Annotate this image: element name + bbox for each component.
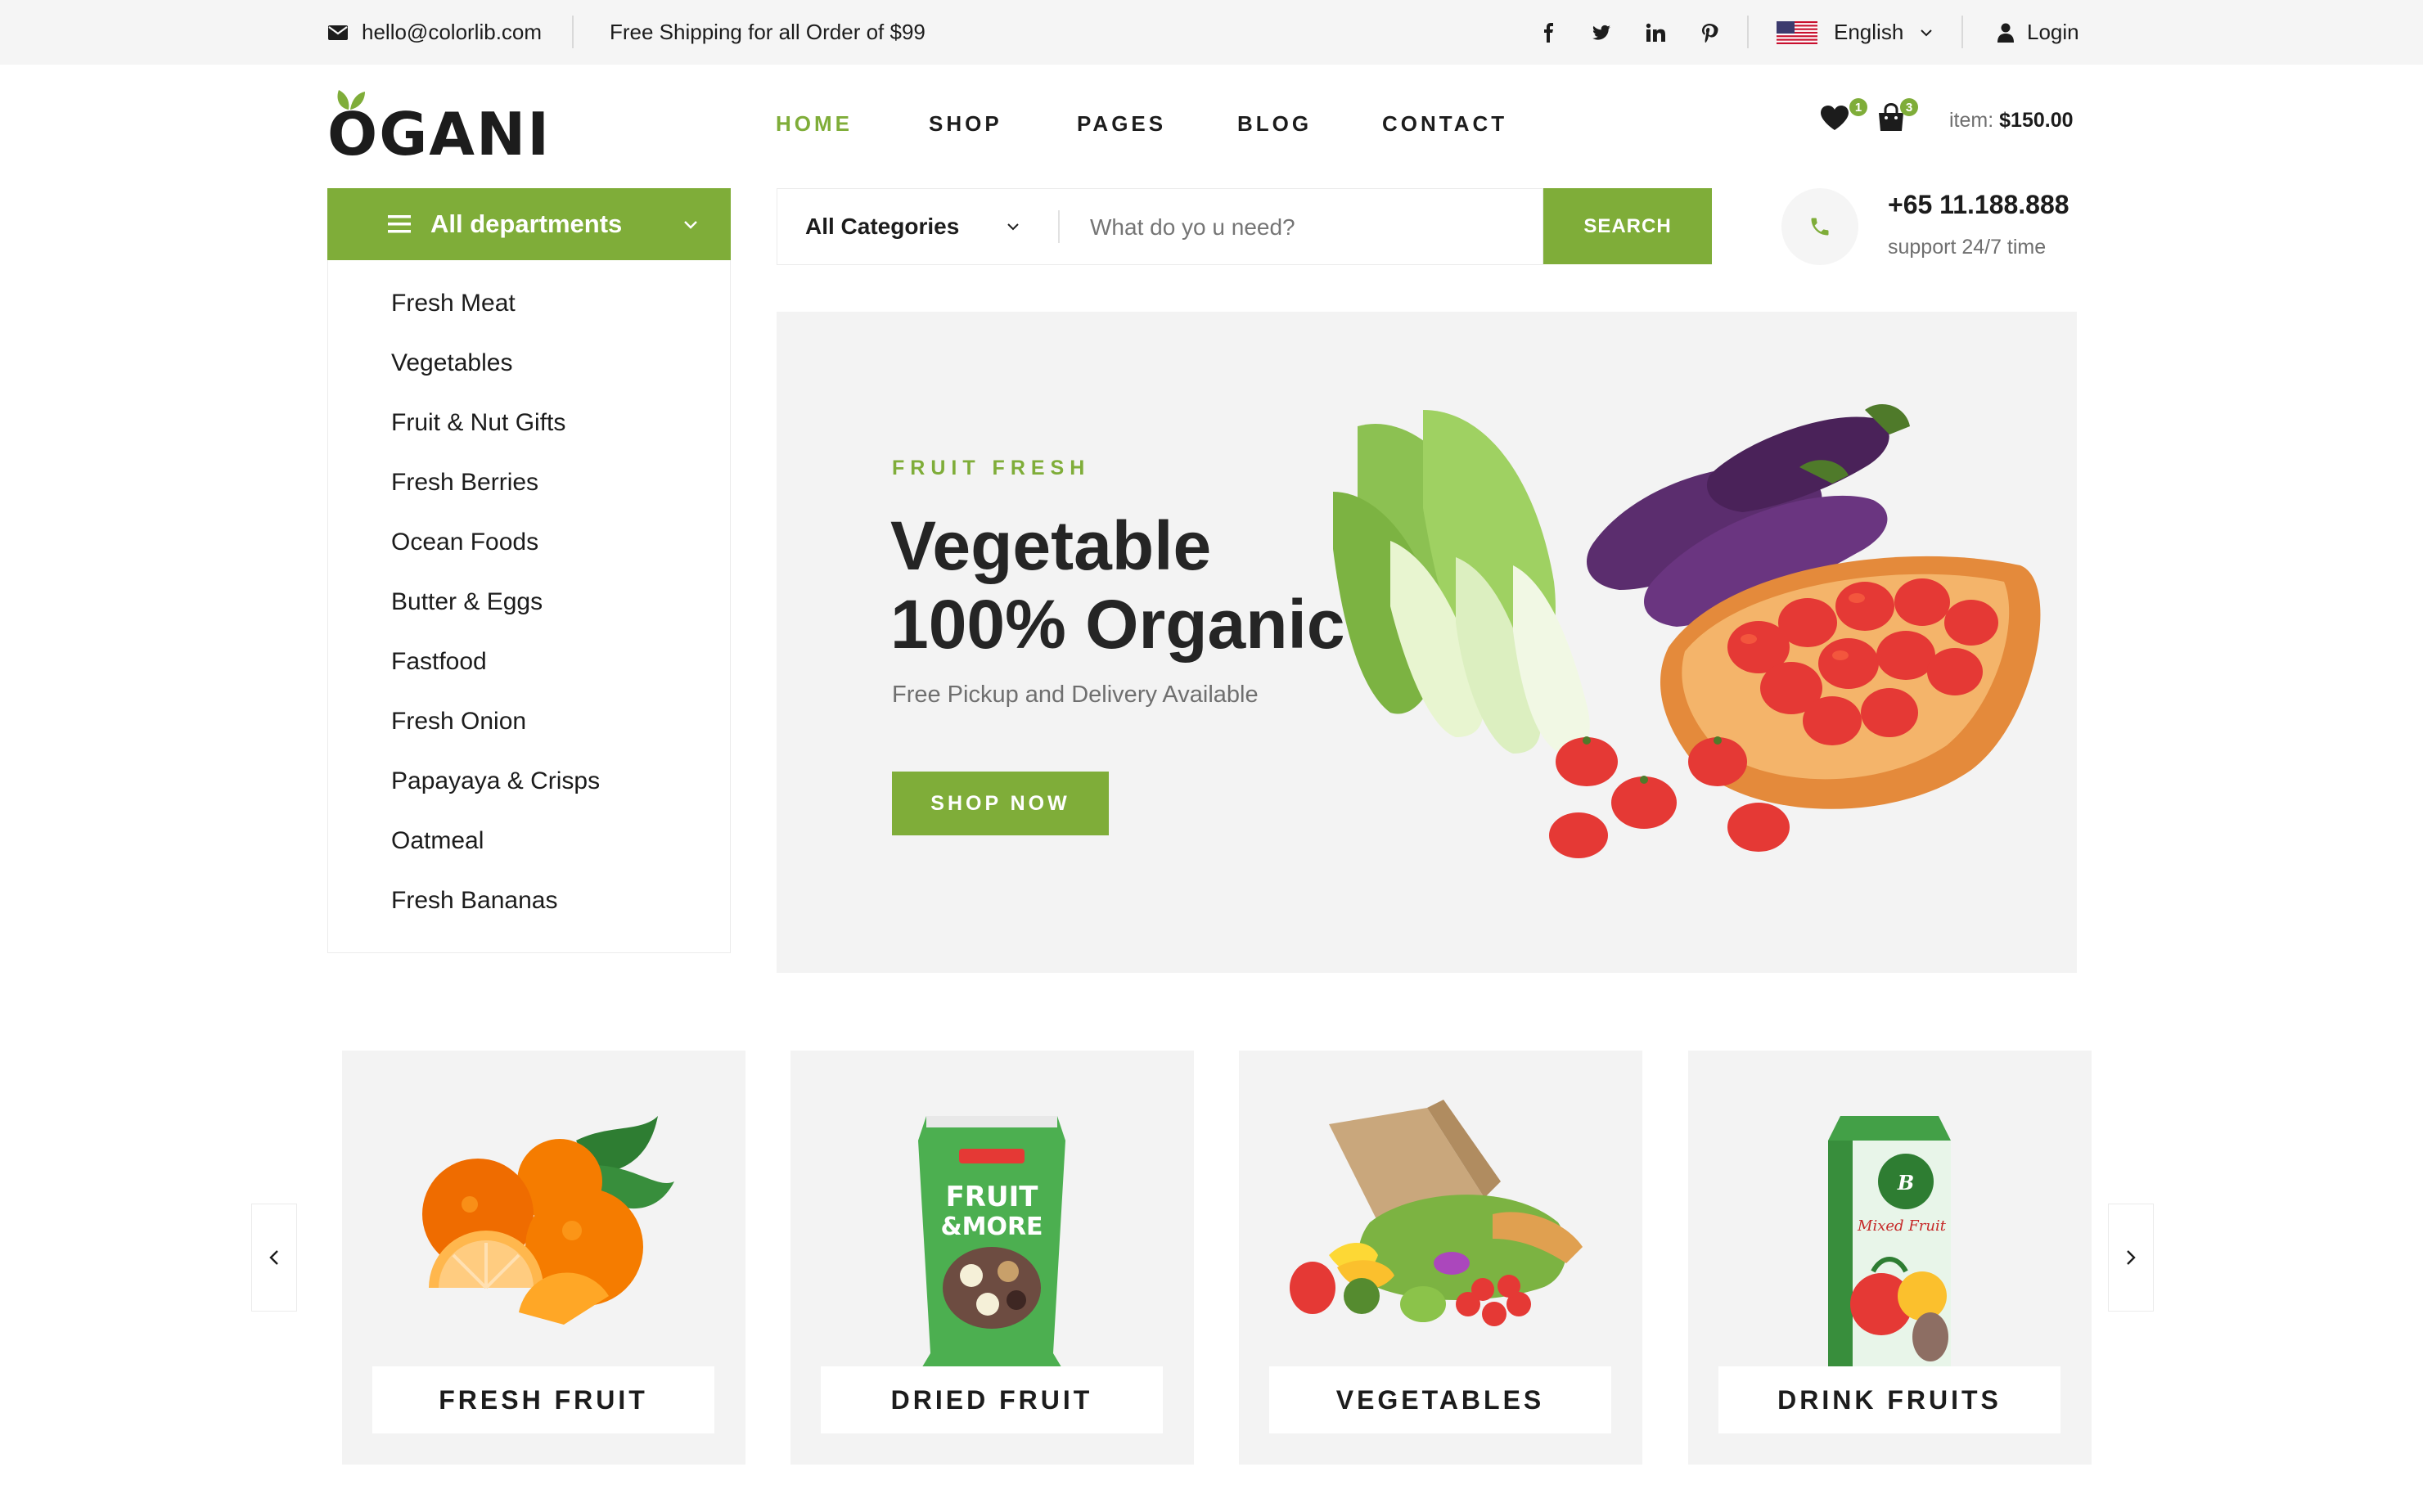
oranges-image — [422, 1116, 674, 1325]
twitter-icon[interactable] — [1585, 0, 1618, 65]
svg-text:B: B — [1897, 1171, 1914, 1195]
hero-banner: FRUIT FRESH Vegetable 100% Organic Free … — [777, 312, 2077, 973]
svg-text:&MORE: &MORE — [940, 1213, 1043, 1241]
category-label: DRIED FRUIT — [821, 1366, 1163, 1433]
cart-total-label: item: — [1949, 109, 1994, 132]
divider — [572, 16, 574, 48]
email-contact[interactable]: hello@colorlib.com — [327, 0, 542, 65]
hero-subtitle: Free Pickup and Delivery Available — [892, 682, 1259, 708]
wishlist-button[interactable]: 1 — [1820, 98, 1867, 137]
divider — [1058, 210, 1060, 243]
language-label: English — [1834, 20, 1904, 44]
category-label: VEGETABLES — [1269, 1366, 1611, 1433]
category-select[interactable]: All Categories — [805, 189, 1020, 264]
category-select-label: All Categories — [805, 214, 960, 239]
chevron-down-icon — [684, 221, 697, 229]
all-departments-label: All departments — [430, 209, 623, 238]
department-item[interactable]: Fresh Berries — [391, 469, 538, 497]
category-card-vegetables[interactable]: VEGETABLES — [1239, 1051, 1642, 1465]
department-item[interactable]: Oatmeal — [391, 827, 484, 855]
divider — [1747, 16, 1749, 48]
hero-title-line1: Vegetable — [890, 507, 1212, 584]
category-card-drink-fruits[interactable]: B Mixed Fruit DRINK FRUITS — [1688, 1051, 2092, 1465]
grocery-bag-image — [1290, 1100, 1583, 1326]
juice-carton-image: B Mixed Fruit — [1828, 1116, 1951, 1370]
department-item[interactable]: Fresh Meat — [391, 290, 516, 317]
facebook-icon[interactable] — [1533, 0, 1565, 65]
divider — [1961, 16, 1963, 48]
shipping-notice: Free Shipping for all Order of $99 — [610, 0, 926, 65]
leaf-icon — [337, 90, 365, 110]
carousel-prev-button[interactable] — [251, 1204, 297, 1312]
pinterest-icon[interactable] — [1693, 0, 1726, 65]
hero-title-line2: 100% Organic — [890, 586, 1345, 663]
language-selector[interactable]: English — [1777, 0, 1933, 65]
department-item[interactable]: Vegetables — [391, 349, 512, 377]
support-text: support 24/7 time — [1888, 236, 2047, 259]
carousel-next-button[interactable] — [2108, 1204, 2154, 1312]
chevron-right-icon — [2127, 1250, 2136, 1265]
top-bar: hello@colorlib.com Free Shipping for all… — [0, 0, 2423, 65]
phone-icon — [1811, 218, 1829, 236]
phone-number: +65 11.188.888 — [1888, 190, 2069, 219]
chevron-down-icon — [1921, 29, 1932, 36]
email-text: hello@colorlib.com — [362, 20, 543, 44]
nav-blog[interactable]: BLOG — [1237, 111, 1312, 137]
search-input[interactable] — [1088, 204, 1525, 251]
hero-title: Vegetable 100% Organic — [890, 506, 1345, 664]
login-link[interactable]: Login — [1997, 0, 2079, 65]
vegetables-image — [1333, 403, 2041, 858]
department-item[interactable]: Butter & Eggs — [391, 588, 543, 616]
shipping-text: Free Shipping for all Order of $99 — [610, 20, 926, 44]
nav-shop[interactable]: SHOP — [929, 111, 1002, 137]
site-logo[interactable]: OGANI — [327, 82, 551, 164]
department-item[interactable]: Fastfood — [391, 648, 487, 676]
envelope-icon — [328, 25, 348, 40]
category-card-fresh-fruit[interactable]: FRESH FRUIT — [342, 1051, 745, 1465]
search-button[interactable]: SEARCH — [1543, 188, 1712, 264]
dried-fruit-bag-image: FRUIT &MORE — [918, 1116, 1065, 1374]
nav-contact[interactable]: CONTACT — [1382, 111, 1507, 137]
hero-eyebrow: FRUIT FRESH — [892, 457, 1091, 479]
all-departments-toggle[interactable]: All departments — [327, 188, 731, 260]
department-item[interactable]: Fresh Onion — [391, 708, 526, 736]
cart-badge: 3 — [1900, 98, 1918, 116]
category-card-dried-fruit[interactable]: FRUIT &MORE DRIED FRUIT — [790, 1051, 1194, 1465]
cart-total-value: $150.00 — [1999, 109, 2074, 132]
us-flag-icon — [1777, 20, 1817, 44]
svg-text:FRUIT: FRUIT — [946, 1181, 1039, 1213]
department-item[interactable]: Fresh Bananas — [391, 887, 557, 915]
login-label: Login — [2027, 20, 2079, 44]
chevron-down-icon — [1007, 223, 1019, 231]
search-form: All Categories — [777, 188, 1543, 265]
cart-total: item: $150.00 — [1949, 109, 2074, 133]
svg-text:Mixed Fruit: Mixed Fruit — [1857, 1217, 1947, 1235]
nav-home[interactable]: HOME — [776, 111, 853, 137]
phone-icon-circle — [1781, 188, 1858, 265]
menu-icon — [388, 215, 411, 233]
heart-icon — [1821, 106, 1849, 130]
department-item[interactable]: Ocean Foods — [391, 529, 538, 556]
category-label: FRESH FRUIT — [372, 1366, 714, 1433]
nav-pages[interactable]: PAGES — [1077, 111, 1166, 137]
linkedin-icon[interactable] — [1639, 0, 1672, 65]
departments-list: Fresh Meat Vegetables Fruit & Nut Gifts … — [327, 260, 731, 953]
shop-now-button[interactable]: SHOP NOW — [892, 772, 1109, 835]
department-item[interactable]: Fruit & Nut Gifts — [391, 409, 565, 437]
chevron-left-icon — [269, 1250, 278, 1265]
department-item[interactable]: Papayaya & Crisps — [391, 767, 600, 795]
category-label: DRINK FRUITS — [1718, 1366, 2060, 1433]
cart-button[interactable]: 3 — [1877, 98, 1918, 137]
user-icon — [1997, 23, 2014, 43]
wishlist-badge: 1 — [1849, 98, 1867, 116]
